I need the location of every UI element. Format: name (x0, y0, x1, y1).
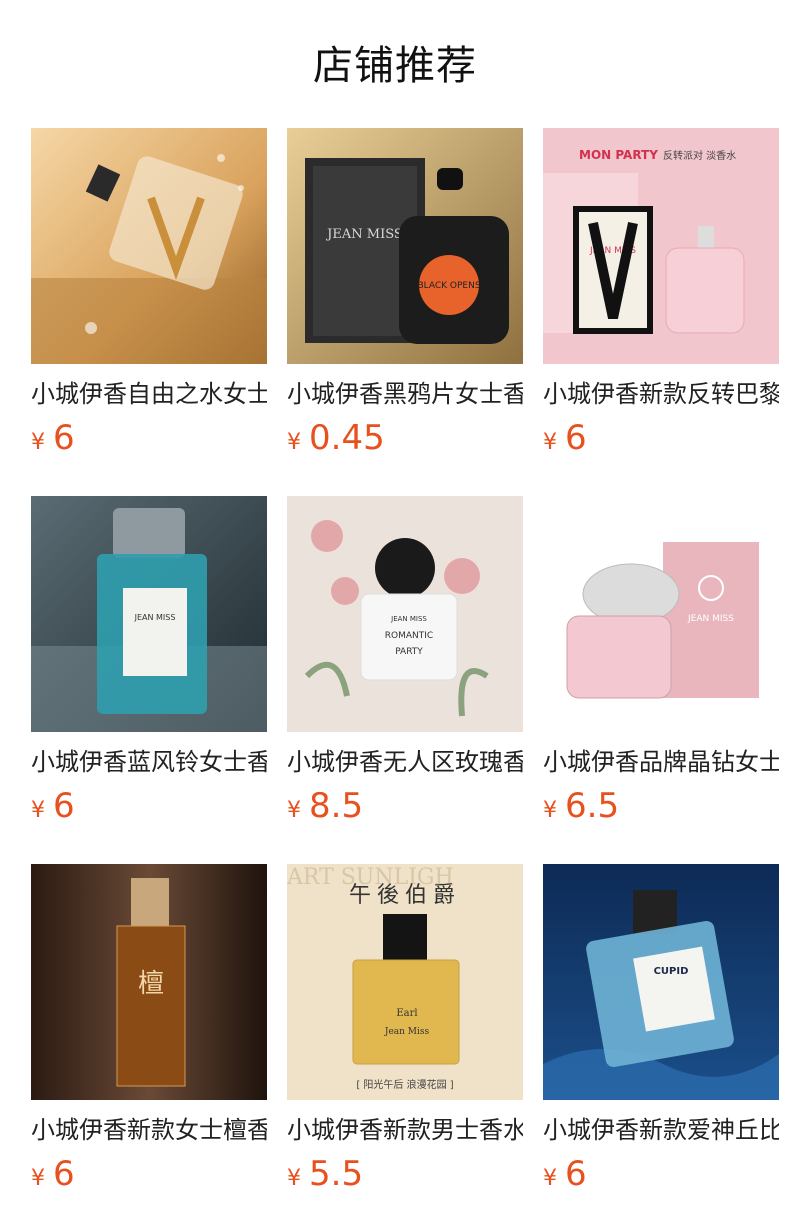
product-image[interactable]: ART SUNLIGH 午後伯爵 Earl Jean Miss [ 阳光午后 浪… (287, 864, 523, 1100)
product-grid: 小城伊香自由之水女士香水 ¥6 JEAN MISS BLACK OPENS (31, 128, 779, 1232)
bottle-label-line1: Earl (396, 1008, 417, 1019)
product-card[interactable]: ART SUNLIGH 午後伯爵 Earl Jean Miss [ 阳光午后 浪… (287, 864, 523, 1232)
product-name[interactable]: 小城伊香新款反转巴黎 (543, 378, 779, 410)
product-card[interactable]: JEAN MISS 小城伊香蓝风铃女士香水 ¥6 (31, 496, 267, 864)
product-image[interactable]: CUPID (543, 864, 779, 1100)
bottle-label-text: BLACK OPENS (417, 281, 480, 291)
product-name[interactable]: 小城伊香无人区玫瑰香水 (287, 746, 523, 778)
bottle-label-text: CUPID (654, 966, 689, 977)
currency-symbol: ¥ (543, 430, 557, 455)
product-price: ¥6 (31, 420, 267, 456)
box-brand-text: JEAN MISS (325, 227, 403, 242)
product-image[interactable]: JEAN MISS BLACK OPENS (287, 128, 523, 364)
price-amount: 5.5 (309, 1154, 364, 1194)
currency-symbol: ¥ (287, 430, 301, 455)
price-amount: 6 (565, 1154, 587, 1194)
product-card[interactable]: 檀 小城伊香新款女士檀香 ¥6 (31, 864, 267, 1232)
product-name[interactable]: 小城伊香蓝风铃女士香水 (31, 746, 267, 778)
bottle-brand-text: JEAN MISS (390, 615, 427, 623)
product-image[interactable]: JEAN MISS (543, 496, 779, 732)
ad-headline: MON PARTY (579, 148, 658, 162)
product-image[interactable]: JEAN MISS ROMANTIC PARTY (287, 496, 523, 732)
price-amount: 0.45 (309, 418, 385, 458)
product-price: ¥8.5 (287, 788, 523, 824)
product-name[interactable]: 小城伊香新款男士香水 (287, 1114, 523, 1146)
product-price: ¥6 (543, 1156, 779, 1192)
page-title: 店铺推荐 (313, 43, 477, 89)
product-price: ¥6.5 (543, 788, 779, 824)
price-amount: 6 (53, 786, 75, 826)
product-name[interactable]: 小城伊香黑鸦片女士香水 (287, 378, 523, 410)
product-price: ¥6 (543, 420, 779, 456)
product-card[interactable]: JEAN MISS 小城伊香品牌晶钻女士 ¥6.5 (543, 496, 779, 864)
currency-symbol: ¥ (287, 1166, 301, 1191)
bottle-name-line2: PARTY (395, 647, 423, 657)
ad-subline: 反转派对 淡香水 (663, 149, 736, 162)
product-card[interactable]: JEAN MISS BLACK OPENS 小城伊香黑鸦片女士香水 ¥0.45 (287, 128, 523, 496)
bottle-name-line1: ROMANTIC (385, 631, 433, 641)
product-card[interactable]: JEAN MISS ROMANTIC PARTY 小城伊香无人区玫瑰香水 ¥8.… (287, 496, 523, 864)
product-price: ¥6 (31, 788, 267, 824)
bottle-label-line2: Jean Miss (384, 1027, 430, 1037)
product-image[interactable]: JEAN MISS (31, 496, 267, 732)
currency-symbol: ¥ (543, 1166, 557, 1191)
product-card[interactable]: CUPID 小城伊香新款爱神丘比特 ¥6 (543, 864, 779, 1232)
product-name[interactable]: 小城伊香品牌晶钻女士 (543, 746, 779, 778)
product-price: ¥0.45 (287, 420, 523, 456)
product-image[interactable]: MON PARTY 反转派对 淡香水 JEAN MISS (543, 128, 779, 364)
product-card[interactable]: 小城伊香自由之水女士香水 ¥6 (31, 128, 267, 496)
currency-symbol: ¥ (287, 798, 301, 823)
currency-symbol: ¥ (31, 798, 45, 823)
product-image[interactable] (31, 128, 267, 364)
price-amount: 6 (53, 418, 75, 458)
bottle-label-text: JEAN MISS (134, 613, 176, 622)
currency-symbol: ¥ (543, 798, 557, 823)
currency-symbol: ¥ (31, 1166, 45, 1191)
price-amount: 8.5 (309, 786, 364, 826)
price-amount: 6 (53, 1154, 75, 1194)
product-name[interactable]: 小城伊香新款爱神丘比特 (543, 1114, 779, 1146)
bottle-label-text: 檀 (138, 969, 164, 999)
product-name[interactable]: 小城伊香自由之水女士香水 (31, 378, 267, 410)
price-amount: 6 (565, 418, 587, 458)
product-card[interactable]: MON PARTY 反转派对 淡香水 JEAN MISS 小城伊香新款反转巴黎 … (543, 128, 779, 496)
currency-symbol: ¥ (31, 430, 45, 455)
ad-headline: 午後伯爵 (349, 883, 461, 908)
product-image[interactable]: 檀 (31, 864, 267, 1100)
price-amount: 6.5 (565, 786, 620, 826)
ad-caption: [ 阳光午后 浪漫花园 ] (356, 1078, 453, 1091)
product-price: ¥5.5 (287, 1156, 523, 1192)
product-price: ¥6 (31, 1156, 267, 1192)
product-name[interactable]: 小城伊香新款女士檀香 (31, 1114, 267, 1146)
box-brand-text: JEAN MISS (687, 614, 734, 624)
